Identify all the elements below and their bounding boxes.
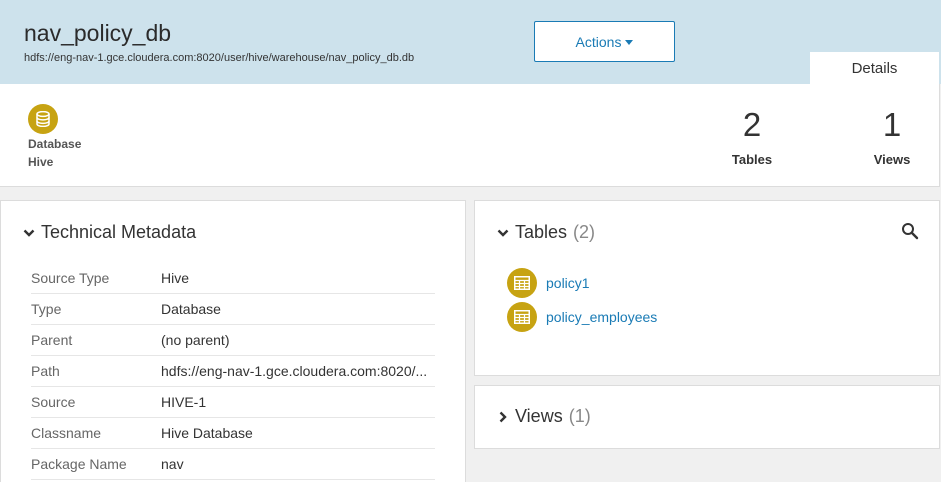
tab-details[interactable]: Details [810,52,939,84]
views-label: Views [873,152,911,167]
actions-button[interactable]: Actions [534,21,675,62]
table-name: policy1 [546,275,590,291]
tables-panel-header[interactable]: Tables (2) [497,222,595,243]
metadata-row: Path hdfs://eng-nav-1.gce.cloudera.com:8… [31,356,435,387]
metadata-row: Source HIVE-1 [31,387,435,418]
tables-panel: Tables (2) policy1 policy_employees [474,200,940,376]
table-link-policy1[interactable]: policy1 [507,268,590,298]
views-panel-header[interactable]: Views (1) [497,406,591,427]
tables-count: 2 [742,106,762,143]
metadata-key: Parent [31,332,73,348]
metadata-row: Package Name nav [31,449,435,480]
tables-label: Tables [731,152,773,167]
metadata-key: Source Type [31,270,110,286]
entity-type-label: Database Hive [28,135,81,171]
metadata-value: Hive [161,270,190,286]
views-stat[interactable]: 1 Views [862,104,922,167]
metadata-row: Source Type Hive [31,263,435,294]
chevron-down-icon [497,229,509,237]
metadata-value: hdfs://eng-nav-1.gce.cloudera.com:8020/.… [161,363,428,379]
views-panel-count: (1) [568,406,591,426]
entity-path: hdfs://eng-nav-1.gce.cloudera.com:8020/u… [24,52,415,64]
chevron-down-icon [23,229,35,237]
page-title: nav_policy_db [24,20,172,46]
views-panel: Views (1) [474,385,940,449]
metadata-value: HIVE-1 [161,394,207,410]
metadata-key: Classname [31,425,102,441]
entity-source: Hive [28,155,54,169]
technical-metadata-panel: Technical Metadata Source Type Hive Type… [0,200,466,482]
table-icon [507,302,537,332]
tables-panel-count: (2) [573,222,596,242]
metadata-value: nav [161,456,184,472]
metadata-key: Package Name [31,456,127,472]
metadata-row: Type Database [31,294,435,325]
metadata-value: Hive Database [161,425,253,441]
table-icon [507,268,537,298]
technical-metadata-header[interactable]: Technical Metadata [23,222,196,243]
views-panel-title: Views [515,406,563,426]
actions-button-label: Actions [575,33,622,50]
entity-header: nav_policy_db hdfs://eng-nav-1.gce.cloud… [0,0,941,84]
metadata-key: Path [31,363,60,379]
tables-panel-title: Tables [515,222,568,242]
metadata-row: Parent (no parent) [31,325,435,356]
metadata-key: Source [31,394,76,410]
caret-down-icon [625,40,634,45]
database-icon [28,104,58,134]
metadata-row: Classname Hive Database [31,418,435,449]
chevron-right-icon [499,411,507,422]
entity-summary: Database Hive 2 Tables 1 Views [0,84,940,187]
tables-stat[interactable]: 2 Tables [722,104,782,167]
metadata-value: Database [161,301,221,317]
views-count: 1 [882,106,902,143]
table-name: policy_employees [546,309,658,325]
metadata-value: (no parent) [161,332,230,348]
table-link-policy-employees[interactable]: policy_employees [507,302,657,332]
technical-metadata-title: Technical Metadata [41,222,197,242]
entity-type: Database [28,137,82,151]
search-icon[interactable] [901,222,919,240]
metadata-key: Type [31,301,62,317]
